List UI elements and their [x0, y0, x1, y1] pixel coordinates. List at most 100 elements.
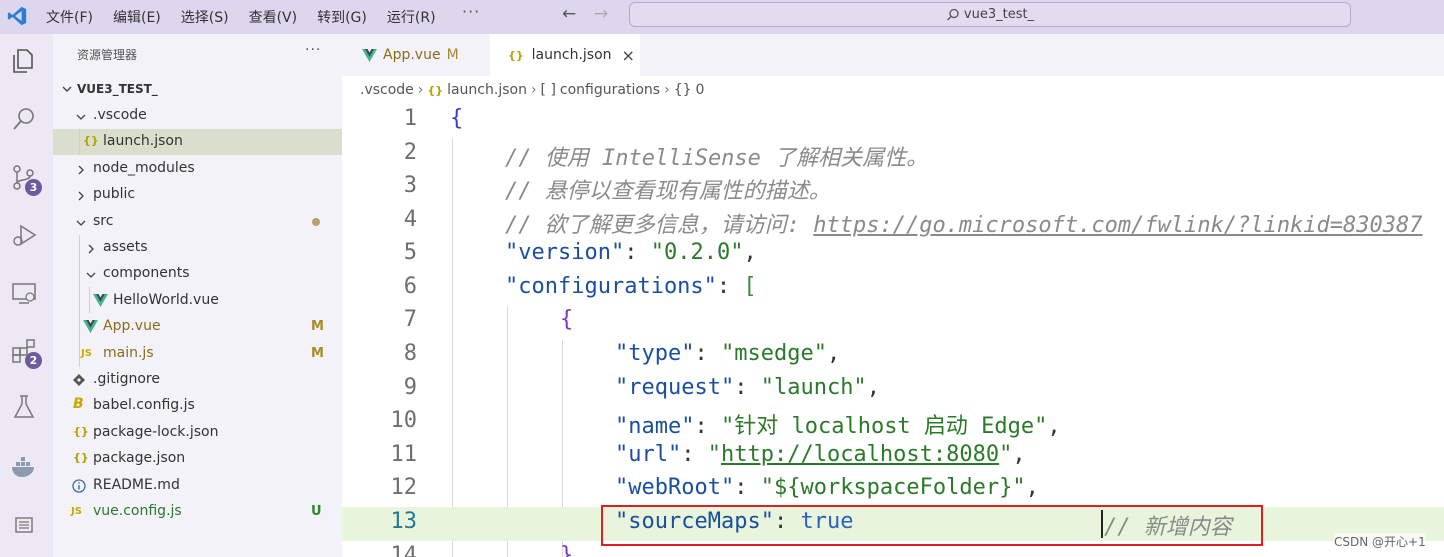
json-file-icon: {} — [427, 83, 444, 97]
menu-view[interactable]: 查看(V) — [249, 7, 298, 27]
code-link[interactable]: https://go.microsoft.com/fwlink/?linkid=… — [813, 213, 1422, 238]
code-line[interactable]: 11 "url": "http://localhost:8080", — [342, 440, 1444, 474]
remote-explorer-icon[interactable] — [9, 278, 39, 308]
tree-item-main-js[interactable]: JS main.js M — [53, 341, 342, 367]
line-number: 10 — [390, 408, 418, 433]
json-key: "configurations" — [505, 274, 717, 299]
menu-file[interactable]: 文件(F) — [46, 7, 93, 27]
chevron-down-icon — [76, 220, 86, 226]
js-file-icon: JS — [81, 348, 92, 359]
project-root[interactable]: VUE3_TEST_ — [53, 78, 342, 102]
editor-area: App.vue M {} launch.json × .vscode › {} … — [342, 34, 1444, 557]
tree-item-src[interactable]: src — [53, 209, 342, 235]
code-line[interactable]: 12 "webRoot": "${workspaceFolder}", — [342, 473, 1444, 507]
tree-item-node-modules[interactable]: node_modules — [53, 156, 342, 182]
menu-more-icon[interactable]: ··· — [462, 2, 480, 21]
json-key: "webRoot" — [615, 475, 735, 500]
json-quote: " — [707, 442, 721, 467]
tree-item-assets[interactable]: assets — [53, 235, 342, 261]
command-center-search[interactable]: vue3_test_ — [629, 2, 1351, 27]
code-line[interactable]: 9 "request": "launch", — [342, 373, 1444, 407]
json-key: "type" — [615, 341, 695, 366]
chevron-right-icon: › — [530, 82, 537, 98]
tree-item-gitignore[interactable]: .gitignore — [53, 367, 342, 393]
babel-file-icon: B — [73, 396, 84, 412]
tree-item-label: main.js — [103, 345, 154, 361]
code-comment: // 悬停以查看现有属性的描述。 — [505, 179, 831, 204]
json-key: "url" — [615, 442, 682, 467]
breadcrumb-array[interactable]: configurations — [560, 82, 660, 98]
menu-run[interactable]: 运行(R) — [387, 7, 436, 27]
text-cursor — [1101, 510, 1103, 538]
testing-icon[interactable] — [9, 392, 39, 422]
tree-item-label: vue.config.js — [93, 503, 182, 519]
explorer-icon[interactable] — [9, 46, 39, 76]
line-number: 1 — [403, 106, 417, 131]
menu-go[interactable]: 转到(G) — [317, 7, 367, 27]
code-line[interactable]: 7 { — [342, 305, 1444, 339]
menu-edit[interactable]: 编辑(E) — [113, 7, 161, 27]
line-number: 4 — [403, 207, 417, 232]
annotation-highlight-box — [601, 505, 1263, 546]
tree-item-package-json[interactable]: {} package.json — [53, 446, 342, 472]
chevron-down-icon — [62, 86, 72, 92]
json-string: "launch" — [760, 375, 867, 400]
chevron-right-icon: › — [664, 82, 670, 98]
tab-app-vue[interactable]: App.vue M — [342, 34, 490, 76]
tree-item-launch-json[interactable]: {} launch.json — [53, 129, 342, 155]
tree-item-helloworld-vue[interactable]: HelloWorld.vue — [53, 288, 342, 314]
code-editor[interactable]: 1 { 2 // 使用 IntelliSense 了解相关属性。 3 // 悬停… — [342, 104, 1444, 557]
tree-item-components[interactable]: components — [53, 261, 342, 287]
close-icon[interactable]: × — [622, 46, 635, 65]
line-number: 8 — [403, 341, 417, 366]
tree-item-vscode[interactable]: .vscode — [53, 103, 342, 129]
outline-icon[interactable] — [9, 510, 39, 540]
menu-bar: 文件(F) 编辑(E) 选择(S) 查看(V) 转到(G) 运行(R) — [46, 0, 456, 34]
explorer-title: 资源管理器 — [77, 48, 138, 62]
forward-arrow-icon[interactable]: → — [594, 4, 608, 24]
breadcrumb-folder[interactable]: .vscode — [360, 82, 414, 98]
docker-icon[interactable] — [9, 452, 39, 482]
run-debug-icon[interactable] — [9, 220, 39, 250]
search-icon[interactable] — [9, 104, 39, 134]
tree-item-vue-config[interactable]: JS vue.config.js U — [53, 499, 342, 525]
chevron-right-icon — [78, 165, 84, 175]
info-icon — [72, 479, 86, 493]
code-line[interactable]: 3 // 悬停以查看现有属性的描述。 — [342, 171, 1444, 205]
tab-label: launch.json — [531, 47, 612, 63]
json-file-icon: {} — [508, 48, 524, 62]
chevron-right-icon: › — [417, 82, 424, 98]
tree-item-babel-config[interactable]: B babel.config.js — [53, 393, 342, 419]
breadcrumb-file[interactable]: launch.json — [447, 82, 527, 98]
explorer-more-icon[interactable]: ··· — [305, 42, 321, 58]
activity-bar: 3 2 — [0, 34, 53, 557]
code-line[interactable]: 8 "type": "msedge", — [342, 339, 1444, 373]
git-status-badge: U — [311, 504, 322, 519]
json-url[interactable]: http://localhost:8080 — [721, 442, 999, 467]
vscode-logo-icon — [7, 6, 27, 26]
object-icon: {} — [673, 82, 692, 98]
tree-item-public[interactable]: public — [53, 182, 342, 208]
chevron-right-icon — [78, 191, 84, 201]
code-line[interactable]: 2 // 使用 IntelliSense 了解相关属性。 — [342, 138, 1444, 172]
tab-launch-json[interactable]: {} launch.json × — [490, 34, 640, 76]
tree-item-label: src — [93, 213, 114, 229]
tree-item-package-lock-json[interactable]: {} package-lock.json — [53, 420, 342, 446]
line-number: 13 — [390, 509, 418, 534]
tree-item-app-vue[interactable]: App.vue M — [53, 314, 342, 340]
code-line[interactable]: 5 "version": "0.2.0", — [342, 238, 1444, 272]
json-file-icon: {} — [83, 134, 99, 147]
menu-selection[interactable]: 选择(S) — [181, 7, 229, 27]
back-arrow-icon[interactable]: ← — [562, 4, 576, 24]
code-line[interactable]: 4 // 欲了解更多信息，请访问: https://go.microsoft.c… — [342, 205, 1444, 239]
code-line[interactable]: 10 "name": "针对 localhost 启动 Edge", — [342, 406, 1444, 440]
chevron-down-icon — [86, 272, 96, 278]
code-line[interactable]: 1 { — [342, 104, 1444, 138]
json-string: "0.2.0" — [650, 240, 744, 265]
code-line[interactable]: 6 "configurations": [ — [342, 272, 1444, 306]
json-quote: " — [999, 442, 1013, 467]
json-key: "name" — [615, 414, 695, 439]
breadcrumb-object[interactable]: 0 — [696, 82, 705, 98]
explorer-sidebar: 资源管理器 ··· VUE3_TEST_ .vscode {} launch.j… — [53, 34, 342, 557]
tree-item-readme[interactable]: README.md — [53, 473, 342, 499]
